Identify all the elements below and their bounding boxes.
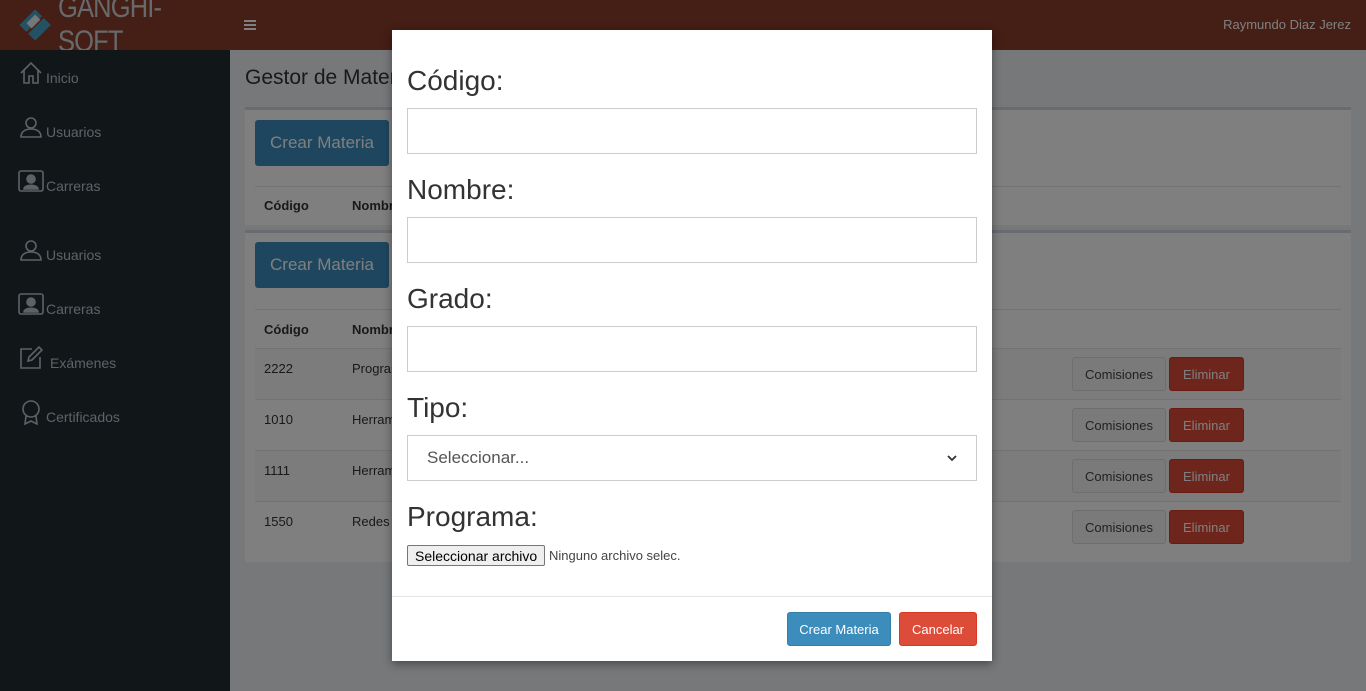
file-status-text: Ninguno archivo selec.: [549, 548, 681, 563]
grade-input[interactable]: [407, 326, 977, 372]
name-input[interactable]: [407, 217, 977, 263]
code-label: Código:: [407, 65, 504, 96]
type-label: Tipo:: [407, 392, 469, 423]
grade-label: Grado:: [407, 283, 493, 314]
code-input[interactable]: [407, 108, 977, 154]
chevron-down-icon: [947, 455, 957, 462]
type-select-value: Seleccionar...: [427, 448, 530, 467]
file-select-button[interactable]: Seleccionar archivo: [407, 545, 546, 566]
cancel-button[interactable]: Cancelar: [899, 612, 977, 646]
program-label: Programa:: [407, 501, 538, 532]
create-subject-modal: Código: Nombre: Grado: Tipo: Seleccionar…: [392, 30, 992, 661]
submit-create-subject-button[interactable]: Crear Materia: [787, 612, 891, 646]
type-select[interactable]: Seleccionar...: [407, 435, 977, 481]
modal-footer: Crear Materia Cancelar: [392, 596, 992, 661]
name-label: Nombre:: [407, 174, 515, 205]
